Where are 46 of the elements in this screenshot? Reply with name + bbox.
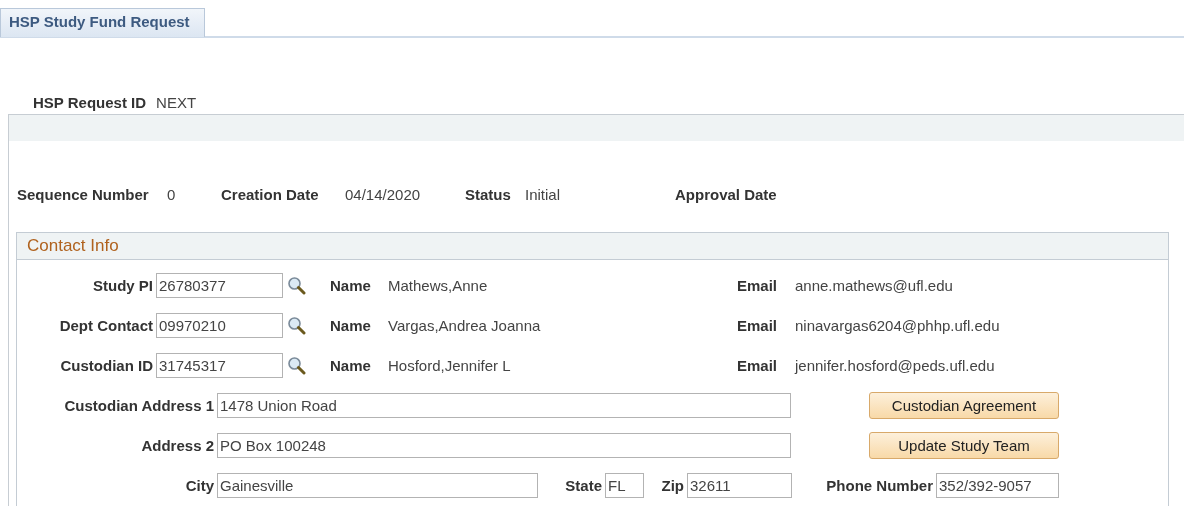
field-label: Study PI — [92, 276, 154, 294]
field-label: Address 2 — [140, 436, 215, 454]
search-icon[interactable] — [287, 315, 306, 335]
section-title: Contact Info — [17, 233, 1168, 260]
input-field[interactable]: Gainesville — [217, 472, 538, 498]
field-label: Sequence Number — [17, 185, 150, 203]
field-label: HSP Request ID — [33, 93, 147, 111]
field-label: Phone Number — [825, 476, 934, 494]
input-field[interactable]: FL — [605, 472, 644, 498]
input-field[interactable]: PO Box 100248 — [217, 432, 791, 458]
input-field[interactable]: 1478 Union Road — [217, 392, 791, 418]
search-icon[interactable] — [287, 355, 306, 375]
field-value: Hosford,Jennifer L — [388, 356, 512, 374]
field-value: Initial — [525, 185, 562, 203]
tab[interactable]: HSP Study Fund Request — [0, 8, 205, 37]
field-label: Approval Date — [675, 185, 778, 203]
input-field[interactable]: 09970210 — [156, 312, 283, 338]
field-label: State — [564, 476, 603, 494]
field-label: Email — [737, 276, 779, 294]
search-icon[interactable] — [287, 275, 306, 295]
action-button[interactable]: Update Study Team — [869, 431, 1059, 459]
action-button[interactable]: Custodian Agreement — [869, 391, 1059, 419]
field-value: anne.mathews@ufl.edu — [795, 276, 953, 294]
field-label: Creation Date — [221, 185, 320, 203]
field-label: Custodian ID — [59, 356, 154, 374]
field-value: NEXT — [156, 93, 197, 111]
field-label: Status — [465, 185, 512, 203]
input-field[interactable]: 352/392-9057 — [936, 472, 1059, 498]
field-label: Name — [330, 316, 372, 334]
field-label: Email — [737, 356, 779, 374]
field-value: Vargas,Andrea Joanna — [388, 316, 542, 334]
field-label: Custodian Address 1 — [63, 396, 215, 414]
field-value: ninavargas6204@phhp.ufl.edu — [795, 316, 1000, 334]
field-value: 0 — [167, 185, 177, 203]
field-label: Dept Contact — [58, 316, 154, 334]
input-field[interactable]: 26780377 — [156, 272, 283, 298]
field-value: jennifer.hosford@peds.ufl.edu — [795, 356, 995, 374]
input-field[interactable]: 32611 — [687, 472, 792, 498]
field-label: Email — [737, 316, 779, 334]
input-field[interactable]: 31745317 — [156, 352, 283, 378]
field-label: City — [184, 476, 215, 494]
field-label: Name — [330, 276, 372, 294]
field-label: Zip — [660, 476, 685, 494]
field-value: Mathews,Anne — [388, 276, 489, 294]
field-label: Name — [330, 356, 372, 374]
field-value: 04/14/2020 — [345, 185, 422, 203]
